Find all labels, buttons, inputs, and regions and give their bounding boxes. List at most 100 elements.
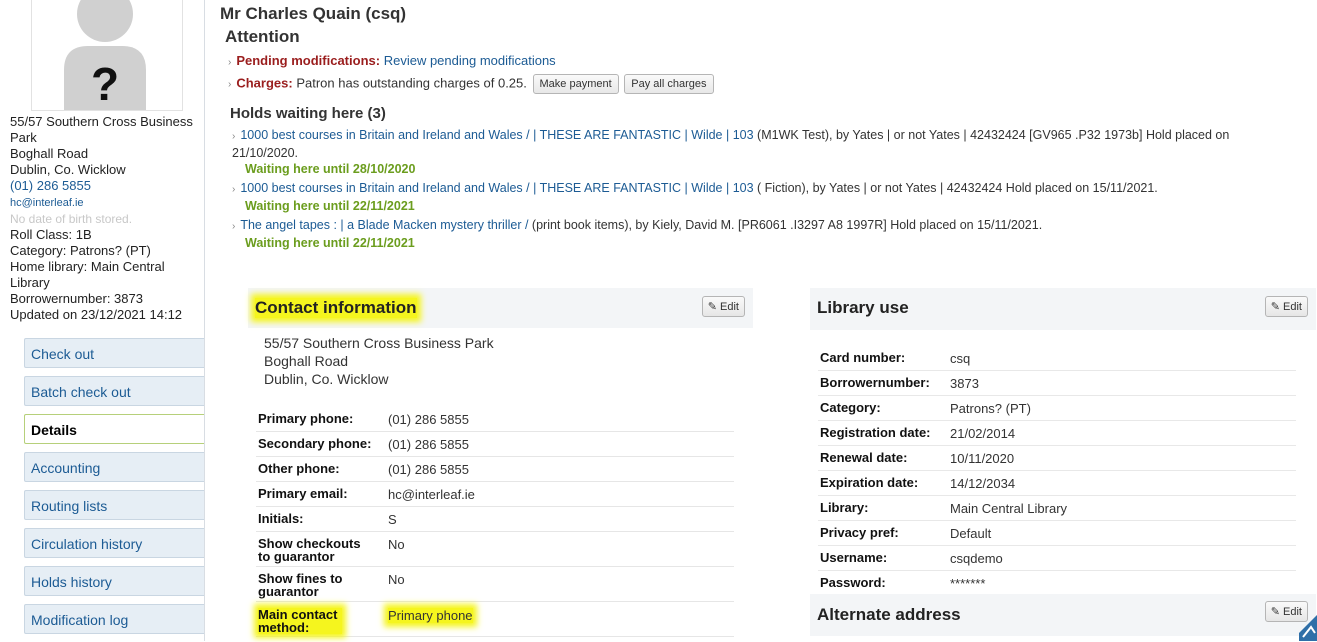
menu-details[interactable]: Details [24, 414, 204, 444]
library-use-label: Category: [820, 400, 881, 415]
contact-label: Secondary phone: [258, 436, 372, 451]
menu-batch-check-out[interactable]: Batch check out [24, 376, 204, 406]
patron-sidebar: ? 55/57 Southern Cross Business Park Bog… [0, 0, 205, 641]
contact-row: Show checkouts to guarantor No [256, 532, 734, 567]
menu-check-out[interactable]: Check out [24, 338, 204, 368]
contact-edit-button[interactable]: ✎ Edit [701, 296, 745, 317]
patron-borrowernumber: Borrowernumber: 3873 [10, 291, 143, 306]
menu-modification-log[interactable]: Modification log [24, 604, 204, 634]
charges-text: Patron has outstanding charges of 0.25. [296, 75, 527, 91]
contact-row: Show fines to guarantor No [256, 567, 734, 602]
library-use-label: Registration date: [820, 425, 931, 440]
library-use-value: 14/12/2034 [950, 476, 1016, 491]
library-use-value: 21/02/2014 [950, 426, 1016, 441]
library-use-row: Library: Main Central Library [818, 496, 1296, 521]
main-content: Mr Charles Quain (csq) Attention › Pendin… [220, 0, 1317, 641]
hold-title-link[interactable]: The angel tapes : | a Blade Macken myste… [240, 218, 528, 232]
scroll-to-top-icon[interactable] [1295, 611, 1317, 641]
hold-waiting-status: Waiting here until 22/11/2021 [245, 199, 415, 213]
hold-details: ( Fiction), by Yates | or not Yates | 42… [753, 181, 1158, 195]
contact-row: Primary phone: (01) 286 5855 [256, 407, 734, 432]
contact-address1: 55/57 Southern Cross Business Park [264, 335, 494, 351]
contact-label: Primary phone: [258, 411, 354, 426]
contact-value: S [388, 512, 397, 527]
make-payment-button[interactable]: Make payment [532, 74, 619, 94]
patron-address2: Boghall Road [10, 146, 89, 161]
contact-row: Main contact method: Primary phone [256, 602, 734, 637]
patron-menu: Check out Batch check out Details Accoun… [24, 338, 204, 642]
attention-heading: Attention [225, 27, 300, 46]
library-use-label: Password: [820, 575, 886, 590]
contact-value: Primary phone [388, 608, 473, 623]
library-use-value: 3873 [950, 376, 979, 391]
library-use-value: ******* [950, 576, 986, 591]
library-use-rows: Card number: csq Borrowernumber: 3873 Cate… [818, 346, 1296, 595]
contact-address3: Dublin, Co. Wicklow [264, 371, 389, 387]
contact-row: Initials: S [256, 507, 734, 532]
library-use-value: Default [950, 526, 992, 541]
menu-routing-lists[interactable]: Routing lists [24, 490, 204, 520]
review-pending-link[interactable]: Review pending modifications [384, 53, 556, 68]
library-use-label: Privacy pref: [820, 525, 899, 540]
library-use-value: csqdemo [950, 551, 1003, 566]
library-use-panel: Library use ✎ Edit Card number: csq Borro… [810, 288, 1316, 591]
menu-holds-history[interactable]: Holds history [24, 566, 204, 596]
contact-value: No [388, 537, 405, 552]
charges-label: Charges: [236, 75, 293, 91]
contact-label: Primary email: [258, 486, 348, 501]
pencil-icon: ✎ [1270, 606, 1280, 618]
chevron-right-icon: › [232, 184, 236, 195]
contact-label: Show checkouts to guarantor [258, 536, 361, 564]
hold-item: › 1000 best courses in Britain and Irelan… [232, 127, 1292, 177]
contact-value: No [388, 572, 405, 587]
contact-row: Other phone: (01) 286 5855 [256, 457, 734, 482]
library-use-row: Category: Patrons? (PT) [818, 396, 1296, 421]
pay-all-charges-button[interactable]: Pay all charges [624, 74, 714, 94]
hold-waiting-status: Waiting here until 22/11/2021 [245, 236, 415, 250]
patron-address1: 55/57 Southern Cross Business Park [10, 114, 193, 145]
secondary-phone-link[interactable]: (01) 286 5855 [388, 437, 469, 452]
edit-label: Edit [1283, 301, 1302, 313]
library-use-value: 10/11/2020 [950, 451, 1015, 466]
contact-row: Secondary phone: (01) 286 5855 [256, 432, 734, 457]
hold-title-link[interactable]: 1000 best courses in Britain and Ireland… [240, 181, 753, 195]
library-use-row: Renewal date: 10/11/2020 [818, 446, 1296, 471]
library-use-row: Expiration date: 14/12/2034 [818, 471, 1296, 496]
contact-label: Other phone: [258, 461, 340, 476]
patron-updated: Updated on 23/12/2021 14:12 [10, 307, 183, 322]
contact-label: Show fines to guarantor [258, 571, 343, 599]
edit-label: Edit [720, 301, 739, 313]
page-title: Mr Charles Quain (csq) [220, 4, 407, 23]
chevron-right-icon: › [228, 57, 232, 68]
hold-details: (print book items), by Kiely, David M. [… [528, 218, 1043, 232]
patron-brief: 55/57 Southern Cross Business Park Bogha… [10, 114, 200, 323]
library-use-header: Library use ✎ Edit [810, 288, 1316, 330]
contact-row: Primary email: hc@interleaf.ie [256, 482, 734, 507]
pencil-icon: ✎ [707, 301, 717, 313]
alternate-address-title: Alternate address [817, 605, 961, 624]
library-use-row: Registration date: 21/02/2014 [818, 421, 1296, 446]
chevron-right-icon: › [232, 221, 236, 232]
contact-information-panel: Contact information ✎ Edit 55/57 Souther… [248, 288, 753, 641]
library-use-title: Library use [817, 298, 909, 317]
hold-item: › 1000 best courses in Britain and Irelan… [232, 180, 1292, 214]
contact-rows: Primary phone: (01) 286 5855 Secondary p… [256, 407, 734, 637]
primary-email-link[interactable]: hc@interleaf.ie [388, 487, 475, 502]
other-phone-link[interactable]: (01) 286 5855 [388, 462, 469, 477]
library-use-edit-button[interactable]: ✎ Edit [1264, 296, 1308, 317]
patron-home-library: Home library: Main Central Library [10, 259, 165, 290]
hold-waiting-status: Waiting here until 28/10/2020 [245, 162, 416, 176]
menu-circulation-history[interactable]: Circulation history [24, 528, 204, 558]
contact-panel-header: Contact information ✎ Edit [248, 288, 753, 328]
patron-phone-link[interactable]: (01) 286 5855 [10, 178, 91, 193]
primary-phone-link[interactable]: (01) 286 5855 [388, 412, 469, 427]
chevron-right-icon: › [232, 131, 236, 142]
menu-accounting[interactable]: Accounting [24, 452, 204, 482]
library-use-value: Main Central Library [950, 501, 1068, 516]
library-use-label: Renewal date: [820, 450, 908, 465]
patron-email-link[interactable]: hc@interleaf.ie [10, 197, 84, 209]
attention-charges: › Charges: Patron has outstanding charges… [228, 74, 714, 94]
library-use-row: Privacy pref: Default [818, 521, 1296, 546]
svg-text:?: ? [91, 58, 119, 110]
hold-title-link[interactable]: 1000 best courses in Britain and Ireland… [240, 128, 753, 142]
